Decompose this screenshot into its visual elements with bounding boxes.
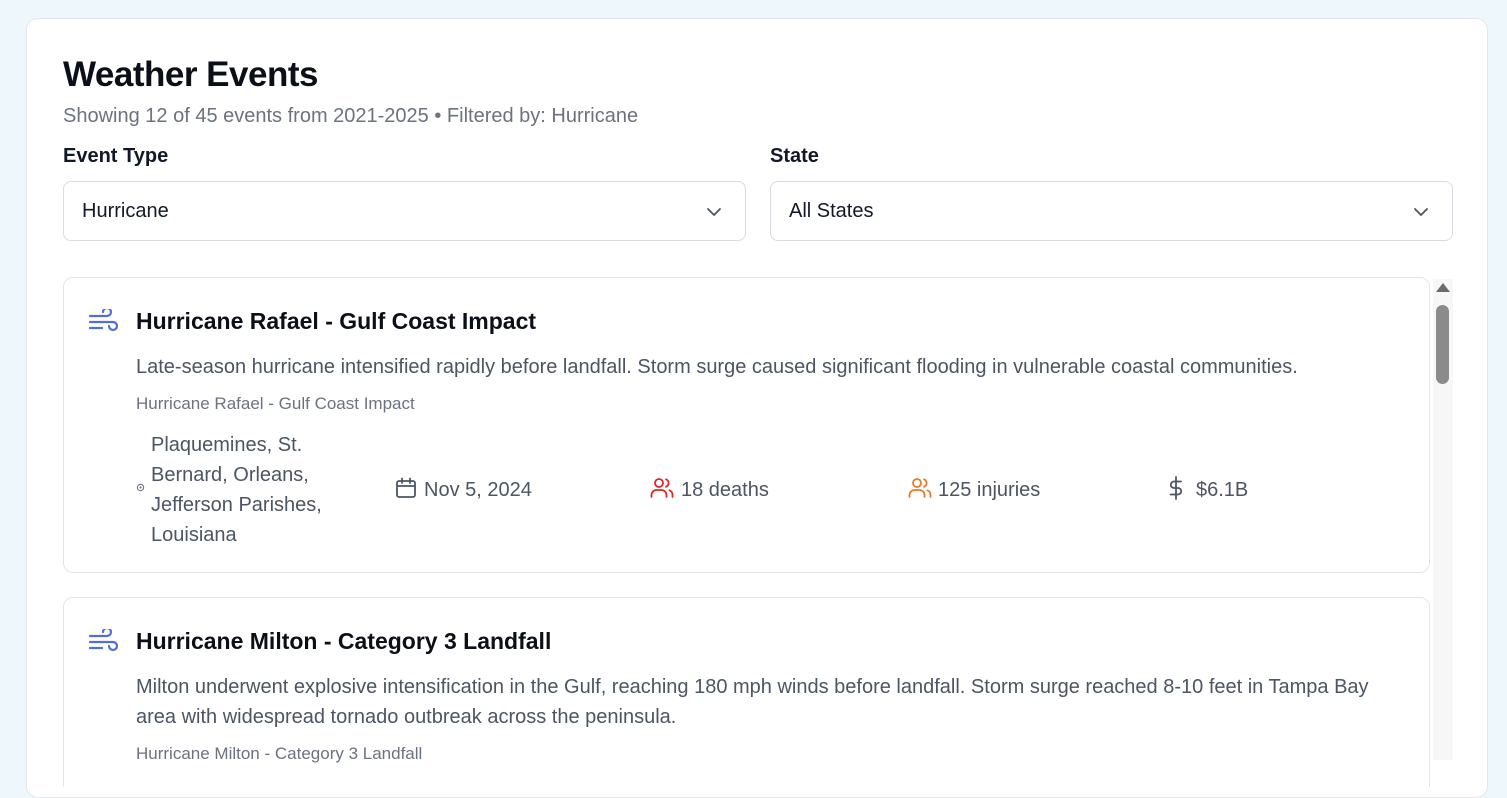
page-title: Weather Events — [63, 55, 318, 94]
event-injuries: 125 injuries — [938, 479, 1041, 501]
event-deaths: 18 deaths — [681, 479, 769, 501]
weather-events-panel: Weather Events Showing 12 of 45 events f… — [26, 18, 1488, 798]
users-icon — [650, 478, 674, 498]
scroll-up-arrow-icon[interactable] — [1436, 283, 1450, 292]
event-description: Late-season hurricane intensified rapidl… — [136, 356, 1298, 378]
event-description: Milton underwent explosive intensificati… — [136, 676, 1369, 728]
dollar-sign-icon — [1169, 476, 1183, 500]
state-select[interactable]: All States — [770, 181, 1453, 241]
map-pin-icon — [136, 483, 145, 492]
event-date: Nov 5, 2024 — [424, 479, 532, 501]
wind-icon — [88, 309, 118, 332]
state-value: All States — [789, 200, 874, 222]
location-line: Plaquemines, St. — [151, 434, 303, 456]
event-title: Hurricane Rafael - Gulf Coast Impact — [136, 308, 537, 334]
location-line: Bernard, Orleans, — [151, 464, 309, 486]
location-line: Louisiana — [151, 524, 237, 546]
state-label: State — [770, 145, 819, 167]
event-type-value: Hurricane — [82, 200, 169, 222]
event-card[interactable]: Hurricane Rafael - Gulf Coast Impact Lat… — [63, 277, 1430, 573]
chevron-down-icon — [1414, 208, 1428, 216]
wind-icon — [88, 629, 118, 652]
event-title: Hurricane Milton - Category 3 Landfall — [136, 628, 552, 654]
event-location: Plaquemines, St. Bernard, Orleans, Jeffe… — [151, 430, 322, 550]
event-list[interactable]: Hurricane Rafael - Gulf Coast Impact Lat… — [63, 277, 1453, 787]
location-line: Jefferson Parishes, — [151, 494, 322, 516]
chevron-down-icon — [707, 208, 721, 216]
scrollbar-thumb[interactable] — [1436, 305, 1449, 384]
event-source: Hurricane Milton - Category 3 Landfall — [136, 744, 423, 763]
event-type-label: Event Type — [63, 145, 169, 167]
calendar-icon — [396, 477, 416, 498]
results-summary: Showing 12 of 45 events from 2021-2025 •… — [63, 105, 639, 127]
list-scrollbar[interactable] — [1433, 279, 1453, 760]
users-icon — [908, 478, 932, 498]
event-source: Hurricane Rafael - Gulf Coast Impact — [136, 394, 415, 413]
event-damage: $6.1B — [1196, 479, 1249, 501]
event-type-select[interactable]: Hurricane — [63, 181, 746, 241]
